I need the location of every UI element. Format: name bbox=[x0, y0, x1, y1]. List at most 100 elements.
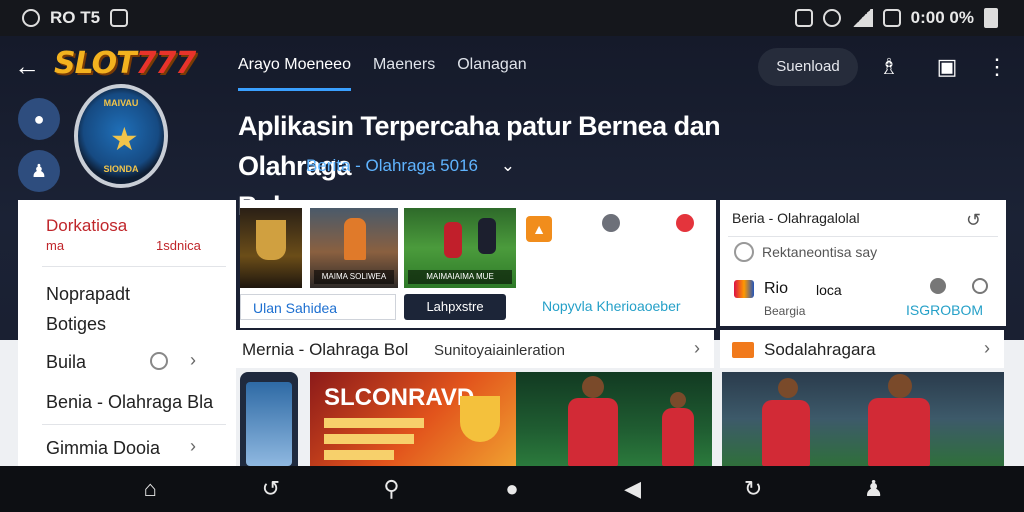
home-circle-icon[interactable]: ● bbox=[497, 476, 527, 502]
app-notification-icon bbox=[110, 9, 129, 27]
player-head bbox=[778, 378, 798, 398]
status-right: 0:00 0% bbox=[794, 8, 998, 28]
promo-banner[interactable]: SLCONRAVD bbox=[310, 372, 516, 466]
right-news-panel: Beria - Olahragalolal ↺ Rektaneontisa sa… bbox=[720, 200, 1006, 326]
chevron-right-icon[interactable]: › bbox=[694, 338, 700, 359]
match-banner[interactable] bbox=[516, 372, 712, 466]
category-link[interactable]: Berita - Olahraga 5016 ⌄ bbox=[306, 156, 515, 176]
refresh-icon[interactable]: ↺ bbox=[256, 476, 286, 502]
more-link[interactable]: Nopyvla Kherioaoeber bbox=[542, 298, 681, 314]
sports-banner[interactable] bbox=[722, 372, 1004, 466]
status-bar: RO T5 0:00 0% bbox=[0, 0, 1024, 36]
time-battery-text: 0:00 0% bbox=[910, 8, 974, 27]
trophy-icon bbox=[256, 220, 286, 260]
profile-button[interactable]: ♟ bbox=[18, 150, 60, 192]
carrier-text: RO T5 bbox=[50, 8, 101, 27]
right-panel-row[interactable]: Rektaneontisa say bbox=[762, 244, 877, 260]
thumbnail-caption: MAIMAIAIMA MUE bbox=[408, 270, 512, 284]
player-figure bbox=[868, 398, 930, 466]
section-icon bbox=[732, 342, 754, 358]
alarm-icon bbox=[822, 9, 841, 27]
info-icon[interactable] bbox=[602, 214, 620, 232]
tab-olanagan[interactable]: Olanagan bbox=[457, 56, 526, 91]
section-title: Mernia - Olahraga Bol bbox=[242, 340, 409, 359]
section-title: Sodalahragara bbox=[764, 340, 876, 359]
promo-title: SLCONRAVD bbox=[324, 384, 475, 411]
cast-icon[interactable]: ▣ bbox=[934, 54, 960, 80]
player-figure bbox=[662, 408, 694, 466]
club-crest-icon bbox=[460, 396, 500, 442]
left-panel-title: Dorkatiosa bbox=[46, 216, 128, 235]
compass-button[interactable]: ● bbox=[18, 98, 60, 140]
promo-line bbox=[324, 418, 424, 428]
featured-cards: MAIMA SOLIWEA MAIMAIAIMA MUE ▲ Ulan Sahi… bbox=[240, 200, 716, 328]
chevron-down-icon[interactable]: ⌄ bbox=[501, 156, 515, 175]
player-figure bbox=[478, 218, 496, 254]
back-triangle-icon[interactable]: ◀ bbox=[618, 476, 648, 502]
left-panel-sub-left: ma bbox=[46, 238, 65, 253]
left-menu-panel: Dorkatiosa ma 1sdnica Noprapadt Botiges … bbox=[18, 200, 236, 466]
share-icon[interactable]: ♗ bbox=[876, 54, 902, 80]
divider bbox=[42, 266, 226, 267]
settings-icon[interactable] bbox=[150, 352, 168, 370]
app-icon[interactable]: ▲ bbox=[526, 216, 552, 242]
logo-main: SLOT bbox=[54, 46, 137, 81]
search-link-button[interactable]: Ulan Sahidea bbox=[240, 294, 396, 320]
category-link-text: Berita - Olahraga 5016 bbox=[306, 156, 478, 175]
download-button[interactable]: Suenload bbox=[758, 48, 858, 86]
player-figure bbox=[444, 222, 462, 258]
phone-banner[interactable] bbox=[240, 372, 298, 466]
history-icon[interactable]: ↻ bbox=[738, 476, 768, 502]
score-link[interactable]: ISGROBOM bbox=[906, 302, 983, 318]
player-figure bbox=[344, 218, 366, 260]
team-name[interactable]: Rio bbox=[764, 280, 788, 298]
share-icon[interactable]: ↺ bbox=[966, 210, 981, 231]
search-icon[interactable]: ⚲ bbox=[376, 476, 406, 502]
player-thumbnail[interactable]: MAIMA SOLIWEA bbox=[310, 208, 398, 288]
left-panel-sub-right: 1sdnica bbox=[156, 238, 201, 253]
status-icon bbox=[930, 278, 946, 294]
thumbnail-caption: MAIMA SOLIWEA bbox=[314, 270, 394, 284]
menu-item-noprapadt[interactable]: Noprapadt bbox=[46, 284, 130, 305]
divider bbox=[728, 236, 998, 237]
player-head bbox=[888, 374, 912, 398]
chevron-right-icon[interactable]: › bbox=[190, 350, 196, 371]
chevron-right-icon[interactable]: › bbox=[190, 436, 196, 457]
team-label: Beargia bbox=[764, 304, 806, 318]
nav-tabs: Arayo Moeneeo Maeners Olanagan bbox=[238, 56, 527, 91]
divider bbox=[42, 424, 226, 425]
badge-bottom-text: SIONDA bbox=[103, 164, 139, 174]
battery-icon bbox=[984, 8, 998, 28]
menu-item-buila[interactable]: Buila bbox=[46, 352, 86, 373]
trophy-thumbnail[interactable] bbox=[240, 208, 302, 288]
app-logo[interactable]: SLOT777 bbox=[54, 46, 196, 81]
menu-item-gimmia[interactable]: Gimmia Dooia bbox=[46, 438, 160, 459]
section-header-sports[interactable]: Sodalahragara › bbox=[720, 330, 1004, 368]
player-head bbox=[582, 376, 604, 398]
chevron-right-icon[interactable]: › bbox=[984, 338, 990, 359]
player-figure bbox=[568, 398, 618, 466]
match-thumbnail[interactable]: MAIMAIAIMA MUE bbox=[404, 208, 516, 288]
wifi-icon bbox=[882, 9, 901, 27]
more-icon[interactable]: ⋮ bbox=[984, 54, 1010, 80]
menu-item-benia[interactable]: Benia - Olahraga Bla bbox=[46, 392, 213, 413]
status-left: RO T5 bbox=[22, 8, 129, 28]
player-figure bbox=[762, 400, 810, 466]
menu-item-botiges[interactable]: Botiges bbox=[46, 314, 106, 335]
tab-maeners[interactable]: Maeners bbox=[373, 56, 435, 91]
right-panel-title: Beria - Olahragalolal bbox=[732, 210, 860, 226]
alert-icon[interactable] bbox=[676, 214, 694, 232]
tab-home[interactable]: Arayo Moeneeo bbox=[238, 56, 351, 91]
notification-icon bbox=[22, 9, 40, 27]
section-subtitle: Sunitoyaiainleration bbox=[434, 342, 565, 359]
phone-screen bbox=[246, 382, 292, 466]
team-logo-icon bbox=[734, 280, 754, 298]
primary-action-button[interactable]: Lahpxstre bbox=[404, 294, 506, 320]
profile-icon[interactable]: ♟ bbox=[859, 476, 889, 502]
back-arrow-icon[interactable]: ← bbox=[14, 52, 42, 80]
toggle-icon[interactable] bbox=[972, 278, 988, 294]
promo-line bbox=[324, 450, 394, 460]
home-icon[interactable]: ⌂ bbox=[135, 476, 165, 502]
badge-top-text: MAIVAU bbox=[103, 98, 139, 108]
section-header-news[interactable]: Mernia - Olahraga Bol Sunitoyaiainlerati… bbox=[236, 330, 714, 368]
